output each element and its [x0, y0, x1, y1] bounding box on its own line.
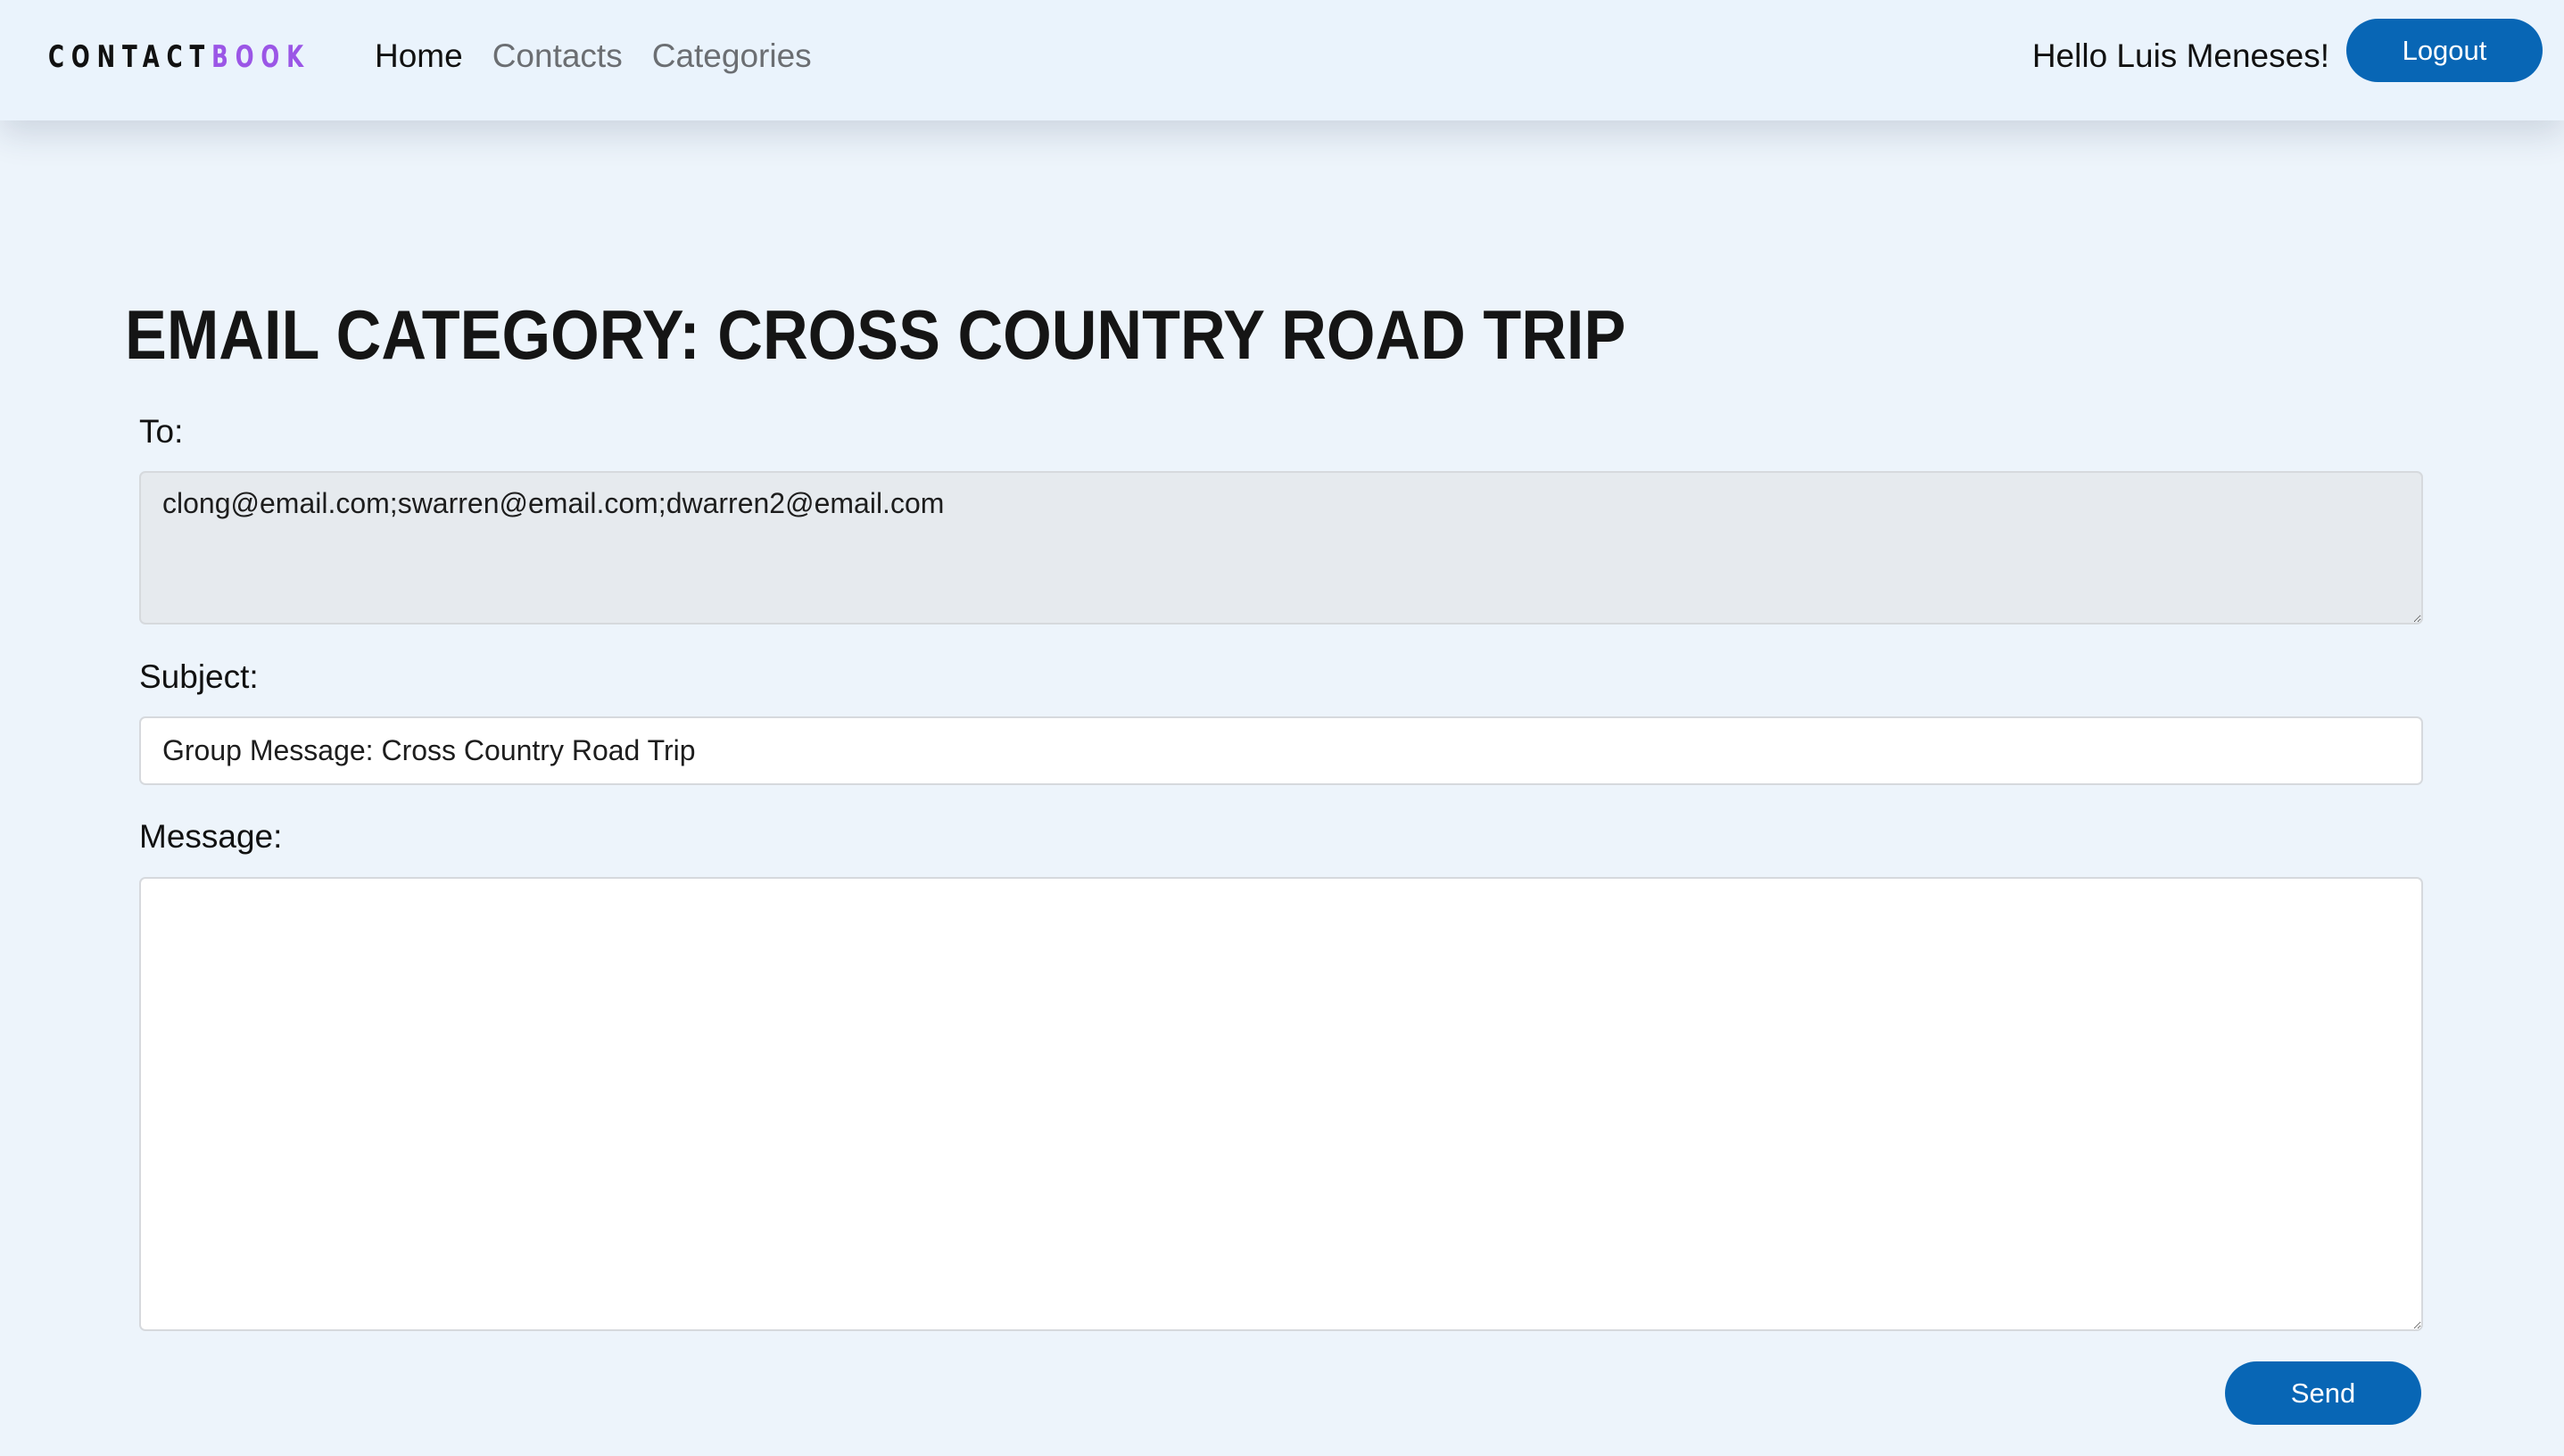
to-recipients-field[interactable]: clong@email.com;swarren@email.com;dwarre…	[139, 471, 2423, 625]
message-textarea[interactable]	[139, 877, 2423, 1331]
brand-logo-part2: BOOK	[211, 39, 311, 75]
to-label: To:	[139, 413, 184, 450]
nav-link-categories[interactable]: Categories	[652, 37, 812, 75]
nav-link-home[interactable]: Home	[375, 37, 463, 75]
subject-input[interactable]	[139, 716, 2423, 785]
message-label: Message:	[139, 818, 283, 855]
nav-links: Home Contacts Categories	[375, 32, 841, 80]
top-navbar: CONTACTBOOK Home Contacts Categories Hel…	[0, 0, 2564, 120]
send-button[interactable]: Send	[2225, 1361, 2421, 1425]
brand-logo[interactable]: CONTACTBOOK	[48, 37, 310, 77]
user-greeting: Hello Luis Meneses!	[2031, 37, 2329, 74]
nav-link-contacts[interactable]: Contacts	[492, 37, 623, 75]
logout-button[interactable]: Logout	[2346, 19, 2543, 82]
page-title: EMAIL CATEGORY: CROSS COUNTRY ROAD TRIP	[125, 295, 1626, 374]
brand-logo-part1: CONTACT	[48, 39, 212, 75]
subject-label: Subject:	[139, 658, 259, 695]
